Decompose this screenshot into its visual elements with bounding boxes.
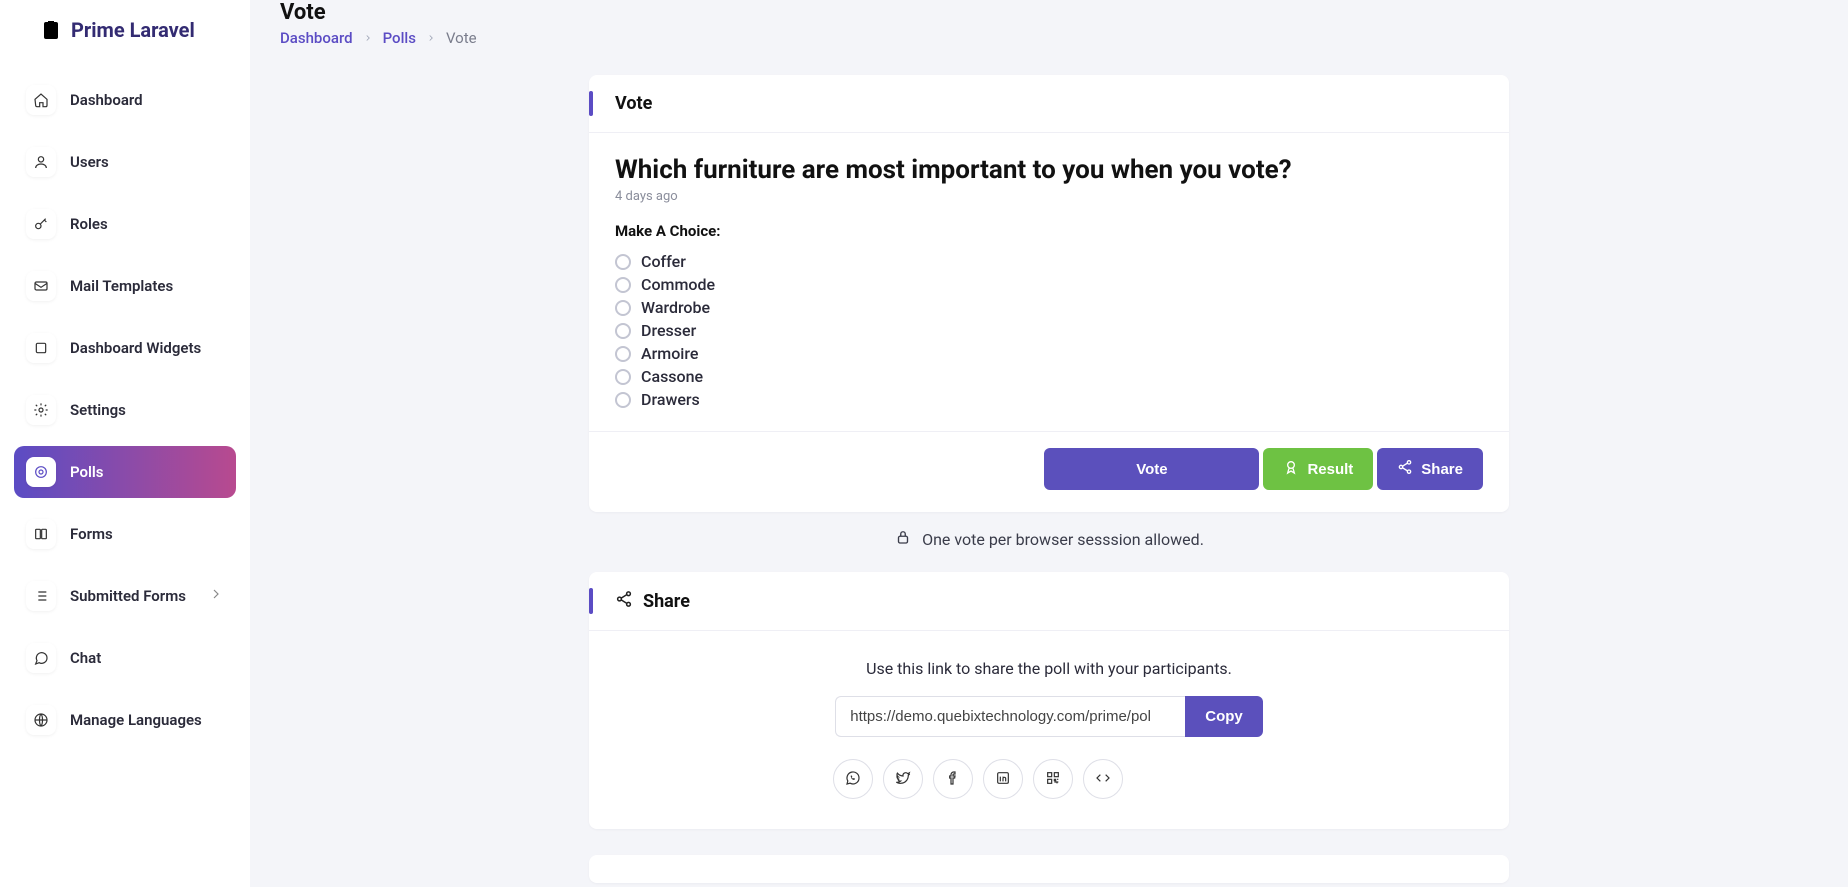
option-drawers[interactable]: Drawers	[615, 390, 1483, 409]
nav-label: Dashboard Widgets	[70, 339, 201, 357]
code-icon	[1095, 770, 1111, 789]
option-armoire[interactable]: Armoire	[615, 344, 1483, 363]
qr-button[interactable]	[1033, 759, 1073, 799]
sidebar: Prime Laravel Dashboard Users Roles Mail…	[0, 0, 250, 887]
vote-card-title: Vote	[615, 93, 652, 114]
chevron-right-icon	[208, 586, 224, 606]
breadcrumb-current: Vote	[446, 29, 477, 47]
vote-button[interactable]: Vote	[1044, 448, 1259, 490]
forms-icon	[26, 519, 56, 549]
radio-icon	[615, 369, 631, 385]
vote-card-footer: Vote Result Share	[589, 431, 1509, 512]
sidebar-item-manage-languages[interactable]: Manage Languages	[14, 694, 236, 746]
result-button[interactable]: Result	[1263, 448, 1373, 490]
twitter-icon	[895, 770, 911, 789]
share-instructions: Use this link to share the poll with you…	[615, 659, 1483, 678]
clipboard-icon	[39, 18, 63, 42]
main-content: Vote Dashboard Polls Vote Vote Which fur…	[250, 0, 1848, 887]
chat-icon	[26, 643, 56, 673]
chevron-right-icon	[363, 29, 373, 47]
nav-label: Polls	[70, 463, 104, 481]
sidebar-item-submitted-forms[interactable]: Submitted Forms	[14, 570, 236, 622]
sidebar-item-users[interactable]: Users	[14, 136, 236, 188]
option-wardrobe[interactable]: Wardrobe	[615, 298, 1483, 317]
radio-icon	[615, 346, 631, 362]
lock-icon	[894, 528, 912, 550]
sidebar-item-dashboard[interactable]: Dashboard	[14, 74, 236, 126]
page-title: Vote	[280, 0, 1818, 25]
nav-label: Users	[70, 153, 109, 171]
nav-label: Settings	[70, 401, 126, 419]
brand-logo[interactable]: Prime Laravel	[39, 18, 236, 42]
nav-label: Manage Languages	[70, 711, 202, 729]
next-card-peek	[589, 855, 1509, 883]
share-card: Share Use this link to share the poll wi…	[589, 572, 1509, 829]
nav-label: Chat	[70, 649, 101, 667]
home-icon	[26, 85, 56, 115]
radio-icon	[615, 300, 631, 316]
user-icon	[26, 147, 56, 177]
option-coffer[interactable]: Coffer	[615, 252, 1483, 271]
nav-label: Dashboard	[70, 91, 143, 109]
gear-icon	[26, 395, 56, 425]
twitter-button[interactable]	[883, 759, 923, 799]
square-icon	[26, 333, 56, 363]
embed-button[interactable]	[1083, 759, 1123, 799]
linkedin-icon	[995, 770, 1011, 789]
key-icon	[26, 209, 56, 239]
facebook-button[interactable]	[933, 759, 973, 799]
options-list: Coffer Commode Wardrobe Dresser Armoire …	[615, 252, 1483, 409]
copy-button[interactable]: Copy	[1185, 696, 1263, 737]
social-row	[833, 759, 1265, 799]
sidebar-item-chat[interactable]: Chat	[14, 632, 236, 684]
share-card-title: Share	[643, 591, 690, 612]
share-icon	[1397, 459, 1413, 479]
whatsapp-icon	[845, 770, 861, 789]
vote-card-header: Vote	[589, 75, 1509, 133]
breadcrumb-polls[interactable]: Polls	[383, 29, 416, 47]
list-icon	[26, 581, 56, 611]
chevron-right-icon	[426, 29, 436, 47]
breadcrumb-dashboard[interactable]: Dashboard	[280, 29, 353, 47]
share-button[interactable]: Share	[1377, 448, 1483, 490]
nav-label: Mail Templates	[70, 277, 173, 295]
qr-icon	[1045, 770, 1061, 789]
nav-label: Forms	[70, 525, 113, 543]
sidebar-item-polls[interactable]: Polls	[14, 446, 236, 498]
share-link-input[interactable]	[835, 696, 1185, 737]
copy-link-row: Copy	[615, 696, 1483, 737]
radio-icon	[615, 254, 631, 270]
radio-icon	[615, 392, 631, 408]
brand-name: Prime Laravel	[71, 18, 195, 42]
share-icon	[615, 590, 633, 612]
nav-label: Submitted Forms	[70, 587, 186, 605]
whatsapp-button[interactable]	[833, 759, 873, 799]
vote-card: Vote Which furniture are most important …	[589, 75, 1509, 512]
linkedin-button[interactable]	[983, 759, 1023, 799]
sidebar-item-mail-templates[interactable]: Mail Templates	[14, 260, 236, 312]
option-cassone[interactable]: Cassone	[615, 367, 1483, 386]
poll-time: 4 days ago	[615, 189, 1483, 204]
radio-icon	[615, 323, 631, 339]
award-icon	[1283, 459, 1299, 479]
breadcrumb: Dashboard Polls Vote	[280, 29, 1818, 47]
mail-icon	[26, 271, 56, 301]
target-icon	[26, 457, 56, 487]
sidebar-item-forms[interactable]: Forms	[14, 508, 236, 560]
option-commode[interactable]: Commode	[615, 275, 1483, 294]
option-dresser[interactable]: Dresser	[615, 321, 1483, 340]
facebook-icon	[945, 770, 961, 789]
globe-icon	[26, 705, 56, 735]
sidebar-item-settings[interactable]: Settings	[14, 384, 236, 436]
radio-icon	[615, 277, 631, 293]
nav-label: Roles	[70, 215, 108, 233]
share-card-header: Share	[589, 572, 1509, 631]
vote-restriction-note: One vote per browser sesssion allowed.	[589, 528, 1509, 550]
choice-label: Make A Choice:	[615, 222, 1483, 240]
sidebar-item-dashboard-widgets[interactable]: Dashboard Widgets	[14, 322, 236, 374]
sidebar-item-roles[interactable]: Roles	[14, 198, 236, 250]
poll-question: Which furniture are most important to yo…	[615, 155, 1483, 185]
